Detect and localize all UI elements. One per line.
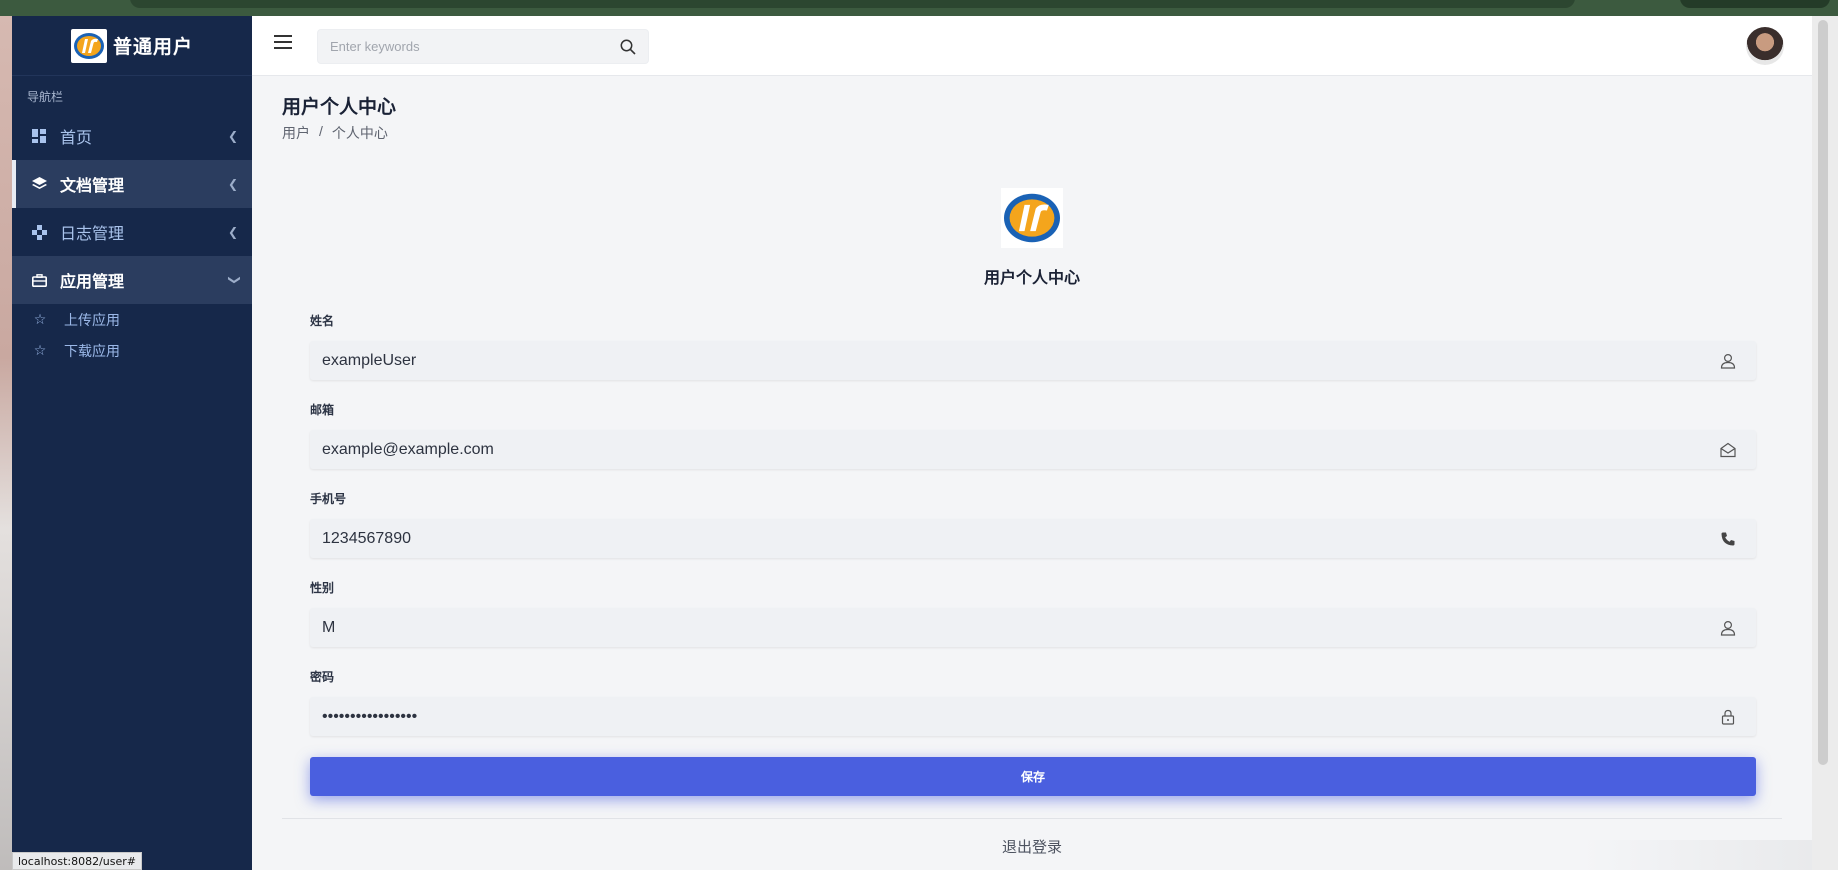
sidebar-subitem-download-app[interactable]: ☆ 下载应用 bbox=[12, 335, 252, 366]
search-icon[interactable] bbox=[620, 39, 636, 60]
lock-icon bbox=[1720, 709, 1736, 725]
sidebar: 普通用户 导航栏 首页 ❮ 文档管理 ❮ 日志管理 ❮ 应用管理 ❮ ☆ 上传应… bbox=[12, 16, 252, 870]
breadcrumb-item-current: 个人中心 bbox=[331, 125, 388, 141]
corner-shade bbox=[1582, 840, 1812, 870]
profile-title: 用户个人中心 bbox=[983, 270, 1080, 287]
sidebar-subitem-upload-app[interactable]: ☆ 上传应用 bbox=[12, 304, 252, 335]
chevron-left-icon: ❮ bbox=[227, 177, 238, 191]
phone-label: 手机号 bbox=[310, 492, 347, 506]
password-label: 密码 bbox=[310, 670, 335, 684]
profile-header: 用户个人中心 bbox=[252, 188, 1812, 288]
search-box bbox=[317, 29, 649, 64]
phone-icon bbox=[1720, 531, 1736, 547]
breadcrumb: 用户 / 个人中心 bbox=[282, 123, 388, 143]
gender-field: 性别 bbox=[310, 579, 1756, 647]
email-input[interactable] bbox=[310, 430, 1756, 469]
sidebar-item-label: 文档管理 bbox=[60, 178, 125, 195]
sidebar-subitem-label: 下载应用 bbox=[64, 342, 120, 359]
name-label: 姓名 bbox=[310, 314, 335, 328]
brand-title: 普通用户 bbox=[112, 37, 193, 58]
sidebar-subitem-label: 上传应用 bbox=[64, 311, 120, 328]
brand-logo bbox=[70, 28, 107, 63]
name-input[interactable] bbox=[310, 341, 1756, 380]
avatar[interactable] bbox=[1746, 27, 1784, 65]
layers-icon bbox=[28, 177, 50, 191]
sidebar-item-home[interactable]: 首页 ❮ bbox=[12, 112, 252, 160]
status-bar-url: localhost:8082/user# bbox=[12, 852, 142, 870]
logout-link[interactable]: 退出登录 bbox=[252, 836, 1812, 857]
sidebar-item-label: 应用管理 bbox=[60, 274, 125, 291]
user-icon bbox=[1720, 620, 1736, 636]
page-scrollbar-track[interactable] bbox=[1812, 16, 1838, 870]
profile-logo bbox=[1001, 188, 1063, 248]
breadcrumb-separator: / bbox=[319, 123, 323, 139]
sidebar-item-label: 首页 bbox=[60, 130, 93, 147]
briefcase-icon bbox=[28, 273, 50, 287]
breadcrumb-item-user[interactable]: 用户 bbox=[282, 123, 310, 143]
chevron-left-icon: ❮ bbox=[227, 225, 238, 239]
phone-input[interactable] bbox=[310, 519, 1756, 558]
browser-top-edge bbox=[0, 0, 1838, 16]
save-button[interactable]: 保存 bbox=[310, 757, 1756, 796]
dashboard-icon bbox=[28, 129, 50, 143]
gender-input[interactable] bbox=[310, 608, 1756, 647]
main-content: 用户个人中心 用户 / 个人中心 用户个人中心 姓名 exampleUser 邮… bbox=[252, 76, 1812, 870]
email-field: 邮箱 bbox=[310, 401, 1756, 469]
nav-caption: 导航栏 bbox=[27, 90, 64, 104]
password-input[interactable] bbox=[310, 697, 1756, 736]
desktop-edge-left bbox=[0, 16, 12, 870]
sidebar-item-documents[interactable]: 文档管理 ❮ bbox=[12, 160, 252, 208]
star-icon: ☆ bbox=[33, 342, 47, 358]
divider bbox=[282, 818, 1782, 819]
sidebar-item-label: 日志管理 bbox=[60, 226, 125, 243]
star-icon: ☆ bbox=[33, 311, 47, 327]
sidebar-item-apps[interactable]: 应用管理 ❮ bbox=[12, 256, 252, 304]
gender-label: 性别 bbox=[310, 581, 335, 595]
page-title: 用户个人中心 bbox=[282, 97, 397, 118]
password-field: 密码 bbox=[310, 668, 1756, 736]
browser-address-bar-edge bbox=[130, 0, 1575, 8]
puzzle-icon bbox=[28, 224, 50, 240]
user-icon bbox=[1720, 353, 1736, 369]
chevron-left-icon: ❮ bbox=[227, 129, 238, 143]
chevron-down-icon: ❮ bbox=[225, 274, 240, 286]
search-input[interactable] bbox=[318, 30, 598, 63]
profile-form: 姓名 邮箱 手机号 bbox=[310, 312, 1756, 796]
topbar bbox=[252, 16, 1812, 76]
page-scrollbar-thumb[interactable] bbox=[1818, 20, 1828, 765]
envelope-open-icon bbox=[1720, 442, 1736, 458]
email-label: 邮箱 bbox=[310, 403, 335, 417]
menu-toggle-icon[interactable] bbox=[274, 35, 292, 51]
brand[interactable]: 普通用户 bbox=[12, 16, 252, 76]
name-field: 姓名 bbox=[310, 312, 1756, 380]
sidebar-item-logs[interactable]: 日志管理 ❮ bbox=[12, 208, 252, 256]
phone-field: 手机号 bbox=[310, 490, 1756, 558]
browser-toolbar-edge bbox=[1680, 0, 1830, 8]
